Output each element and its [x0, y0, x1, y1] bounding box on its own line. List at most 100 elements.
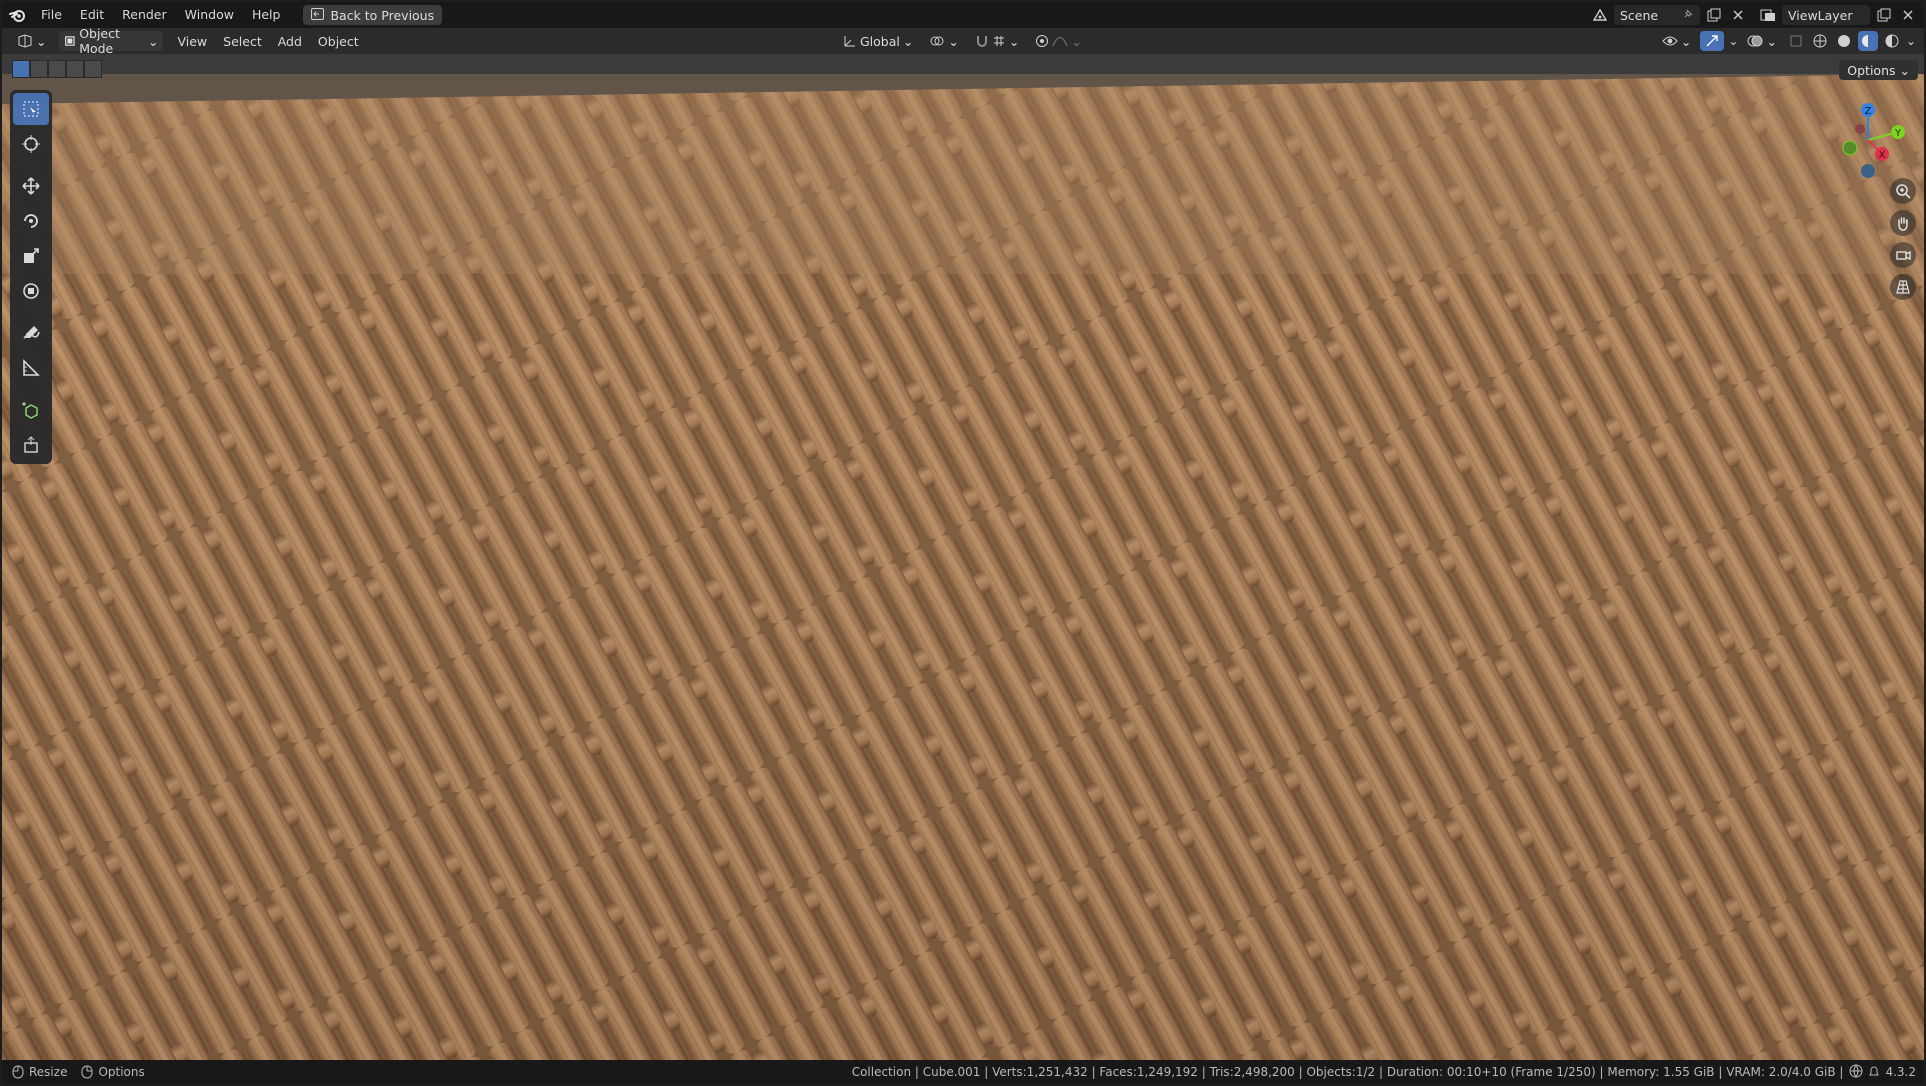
chevron-down-icon[interactable]: ⌄	[1728, 34, 1738, 48]
orientation-label: Global	[860, 33, 900, 49]
overlays-toggle[interactable]: ⌄	[1742, 31, 1781, 51]
menu-edit[interactable]: Edit	[71, 2, 113, 28]
viewport-nav-buttons	[1890, 178, 1916, 300]
add-cube-icon	[22, 402, 38, 419]
pivot-dropdown[interactable]: ⌄	[924, 31, 963, 51]
scene-name: Scene	[1620, 7, 1659, 23]
menu-file[interactable]: File	[32, 2, 71, 28]
measure-icon	[23, 359, 40, 376]
chevron-down-icon: ⌄	[148, 33, 159, 49]
chevron-down-icon: ⌄	[902, 33, 914, 49]
chevron-down-icon[interactable]: ⌄	[1906, 34, 1916, 48]
gizmo-toggle[interactable]	[1700, 31, 1725, 51]
object-mode-label: Object Mode	[79, 26, 120, 56]
3d-viewport[interactable]: Options ⌄ Z Y X	[2, 54, 1924, 1060]
back-icon	[311, 7, 325, 23]
proportional-edit-icon	[1036, 35, 1049, 47]
delete-scene-icon[interactable]	[1728, 5, 1748, 25]
gizmo-z-label: Z	[1865, 106, 1872, 117]
options-dropdown[interactable]: Options ⌄	[1839, 60, 1918, 80]
select-subtract-button[interactable]	[48, 60, 66, 78]
new-view-layer-icon[interactable]	[1874, 5, 1894, 25]
extrude-tool[interactable]	[13, 429, 49, 461]
scene-field[interactable]: Scene	[1614, 5, 1700, 25]
gizmo-x-label: X	[1879, 150, 1886, 161]
workspace-selectors: Scene ViewLayer	[1590, 2, 1924, 28]
options-label: Options	[1847, 62, 1896, 78]
pivot-icon	[930, 36, 944, 46]
status-options: Options	[81, 1065, 145, 1079]
view-layer-icon[interactable]	[1758, 5, 1778, 25]
camera-view-icon[interactable]	[1890, 242, 1916, 268]
xray-toggle-icon[interactable]	[1786, 31, 1806, 51]
overlays-icon	[1747, 35, 1763, 47]
cursor-tool[interactable]	[13, 128, 49, 160]
rotate-icon	[24, 214, 38, 228]
mouse-right-icon	[81, 1065, 93, 1079]
snap-toggle[interactable]: ⌄	[970, 31, 1024, 51]
perspective-toggle-icon[interactable]	[1890, 274, 1916, 300]
delete-view-layer-icon[interactable]	[1898, 5, 1918, 25]
mouse-icon	[12, 1065, 24, 1079]
notification-icon[interactable]	[1869, 1065, 1880, 1080]
select-new-button[interactable]	[12, 60, 30, 78]
main-menu: File Edit Render Window Help	[32, 2, 289, 28]
view-menu[interactable]: View	[169, 34, 215, 49]
pin-icon[interactable]	[1682, 8, 1694, 23]
navigation-gizmo[interactable]: Z Y X	[1832, 94, 1912, 184]
editor-type-dropdown[interactable]: ⌄	[12, 31, 51, 51]
select-extend-button[interactable]	[30, 60, 48, 78]
blender-logo-icon[interactable]	[2, 2, 32, 28]
menu-help[interactable]: Help	[243, 2, 290, 28]
status-resize-label: Resize	[29, 1065, 68, 1079]
menu-window[interactable]: Window	[176, 2, 243, 28]
select-intersect-button[interactable]	[84, 60, 102, 78]
blender-window: File Edit Render Window Help Back to Pre…	[2, 2, 1924, 1084]
transform-tool[interactable]	[13, 275, 49, 307]
scale-tool[interactable]	[13, 240, 49, 272]
material-preview-shading-icon[interactable]	[1857, 31, 1878, 51]
transform-tools: Global ⌄ ⌄ ⌄ ⌄	[838, 31, 1087, 51]
rendered-shading-icon[interactable]	[1882, 31, 1902, 51]
back-to-previous-label: Back to Previous	[330, 7, 435, 23]
scale-icon	[24, 248, 39, 263]
annotate-icon	[23, 326, 40, 339]
gizmo-y-label: Y	[1894, 128, 1902, 139]
object-menu[interactable]: Object	[310, 34, 367, 49]
rotate-tool[interactable]	[13, 205, 49, 237]
chevron-down-icon: ⌄	[1899, 62, 1910, 78]
status-bar: Resize Options Collection | Cube.001 | V…	[2, 1060, 1924, 1084]
scene-selector-icon[interactable]	[1590, 5, 1610, 25]
visibility-dropdown[interactable]: ⌄	[1657, 31, 1696, 51]
select-menu[interactable]: Select	[215, 34, 270, 49]
woven-wicker-render	[2, 54, 1924, 1060]
cursor-icon	[22, 135, 40, 153]
orientation-dropdown[interactable]: Global ⌄	[838, 31, 918, 51]
move-tool[interactable]	[13, 170, 49, 202]
select-box-tool[interactable]	[13, 93, 49, 125]
view-layer-field[interactable]: ViewLayer	[1782, 5, 1870, 25]
status-options-label: Options	[98, 1065, 145, 1079]
wireframe-shading-icon[interactable]	[1810, 31, 1830, 51]
proportional-edit-toggle[interactable]: ⌄	[1030, 31, 1086, 51]
back-to-previous-button[interactable]: Back to Previous	[303, 5, 443, 25]
gizmo-icon	[1706, 35, 1719, 47]
add-menu[interactable]: Add	[270, 34, 310, 49]
transform-icon	[23, 283, 39, 299]
magnet-icon	[976, 36, 987, 47]
measure-tool[interactable]	[13, 352, 49, 384]
viewport-shading-tools: ⌄ ⌄ ⌄ ⌄	[1657, 31, 1916, 51]
view-layer-name: ViewLayer	[1788, 7, 1853, 23]
solid-shading-icon[interactable]	[1834, 31, 1854, 51]
select-invert-button[interactable]	[66, 60, 84, 78]
add-cube-tool[interactable]	[13, 394, 49, 426]
version-label: 4.3.2	[1885, 1065, 1916, 1079]
object-mode-dropdown[interactable]: Object Mode ⌄	[59, 26, 164, 56]
pan-hand-icon[interactable]	[1890, 210, 1916, 236]
zoom-icon[interactable]	[1890, 178, 1916, 204]
selection-mode-buttons	[12, 60, 102, 78]
menu-render[interactable]: Render	[113, 2, 176, 28]
annotate-tool[interactable]	[13, 317, 49, 349]
new-scene-icon[interactable]	[1704, 5, 1724, 25]
falloff-icon	[1052, 37, 1068, 47]
